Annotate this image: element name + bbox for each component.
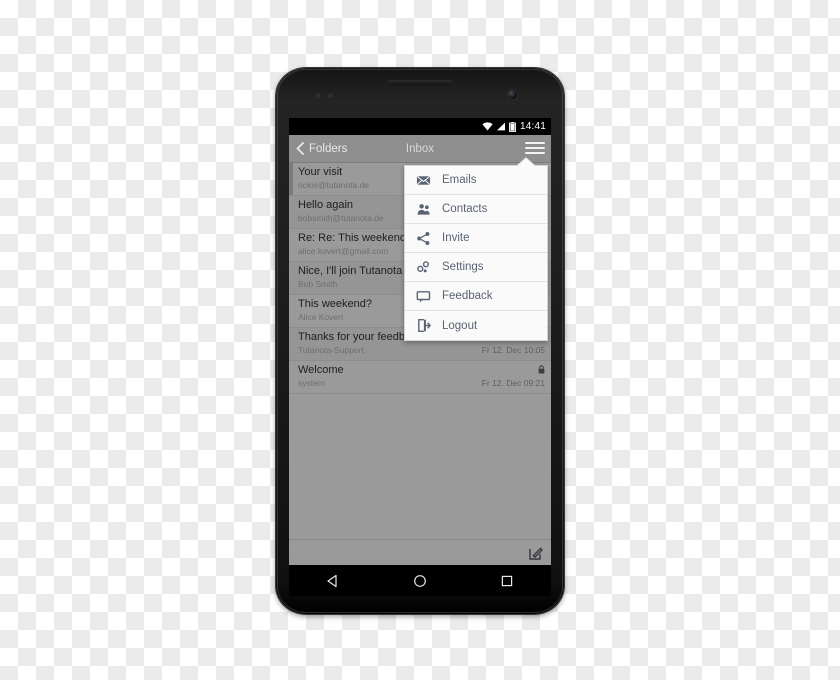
menu-item-feedback[interactable]: Feedback: [405, 282, 547, 311]
back-label: Folders: [309, 142, 348, 155]
share-icon: [416, 231, 431, 246]
home-circle-icon: [414, 574, 426, 587]
earpiece-speaker: [387, 80, 453, 85]
status-icons: [482, 121, 516, 132]
settings-icon: [416, 260, 431, 275]
envelope-icon: [416, 173, 431, 188]
menu-item-label: Invite: [442, 232, 470, 244]
phone-device: 14:41 Folders Inbox Your visit rickie@tu…: [276, 68, 564, 614]
contacts-icon: [416, 202, 431, 217]
menu-item-logout[interactable]: Logout: [405, 311, 547, 340]
unread-indicator: [289, 163, 293, 195]
signal-icon: [496, 122, 505, 131]
email-subject: Welcome: [298, 364, 344, 376]
menu-item-invite[interactable]: Invite: [405, 224, 547, 253]
contacts-icon: [417, 203, 430, 215]
lock-icon: [538, 365, 545, 374]
app-bottom-bar: [289, 539, 551, 565]
android-nav-bar: [289, 565, 551, 596]
logout-icon: [416, 318, 431, 333]
status-bar: 14:41: [289, 118, 551, 135]
hamburger-line: [525, 147, 545, 149]
menu-item-emails[interactable]: Emails: [405, 166, 547, 195]
front-camera: [508, 90, 517, 99]
hamburger-icon[interactable]: [525, 139, 545, 157]
speech-bubble-icon: [416, 289, 431, 304]
phone-screen: 14:41 Folders Inbox Your visit rickie@tu…: [289, 118, 551, 565]
menu-item-label: Feedback: [442, 290, 493, 302]
email-sender: Bob Smith: [298, 279, 338, 289]
email-sender: alice.kovert@gmail.com: [298, 246, 389, 256]
email-sender: system: [298, 378, 325, 388]
light-sensor: [328, 93, 333, 98]
email-date: Fr 12. Dec 09:21: [481, 378, 545, 388]
email-sender: Alice Kovert: [298, 312, 344, 322]
back-to-folders-button[interactable]: Folders: [289, 142, 396, 155]
email-date: Fr 12. Dec 10:05: [481, 345, 545, 355]
menu-caret: [517, 158, 535, 166]
menu-item-label: Contacts: [442, 203, 488, 215]
nav-back-button[interactable]: [316, 574, 350, 588]
list-empty-area: [289, 394, 551, 494]
nav-home-button[interactable]: [403, 574, 437, 588]
battery-icon: [509, 121, 516, 132]
proximity-sensor: [316, 93, 321, 98]
envelope-icon: [416, 175, 431, 185]
menu-item-contacts[interactable]: Contacts: [405, 195, 547, 224]
chevron-left-icon: [296, 142, 304, 155]
settings-icon: [417, 260, 429, 272]
speech-bubble-icon: [416, 290, 431, 302]
wifi-icon: [482, 122, 493, 131]
logout-icon: [418, 318, 431, 333]
status-clock: 14:41: [519, 121, 546, 132]
action-bar: Folders Inbox: [289, 135, 551, 163]
email-list-item[interactable]: Welcome system Fr 12. Dec 09:21: [289, 361, 551, 394]
email-sender: rickie@tutanota.de: [298, 180, 370, 190]
menu-item-label: Settings: [442, 261, 484, 273]
back-triangle-icon: [327, 574, 337, 587]
menu-item-label: Logout: [442, 319, 478, 332]
share-icon: [417, 231, 430, 245]
hamburger-line: [525, 142, 545, 144]
email-sender: Tutanota-Support: [298, 345, 364, 355]
recents-square-icon: [502, 575, 513, 586]
email-sender: bobsmith@tutanota.de: [298, 213, 384, 223]
menu-item-settings[interactable]: Settings: [405, 253, 547, 282]
overflow-menu[interactable]: Emails Contacts Invite Settings Feedback…: [404, 158, 548, 341]
nav-recents-button[interactable]: [490, 574, 524, 588]
menu-item-label: Emails: [442, 174, 477, 186]
hamburger-line: [525, 152, 545, 154]
compose-icon[interactable]: [529, 546, 543, 560]
